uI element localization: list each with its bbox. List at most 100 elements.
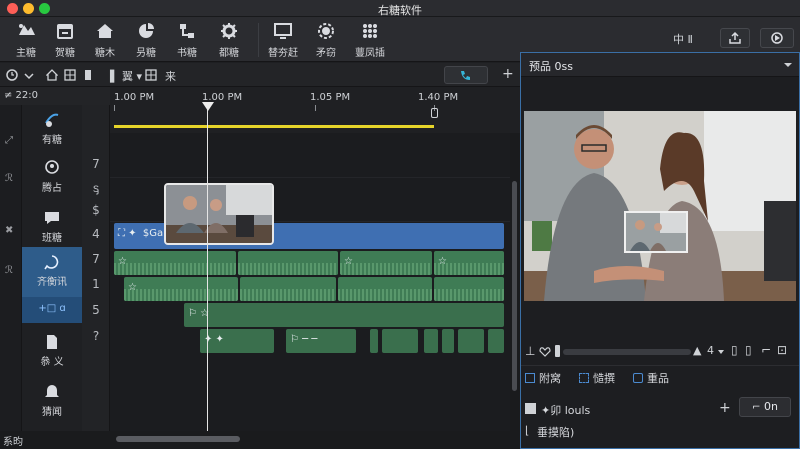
phone-toggle[interactable]	[444, 66, 488, 84]
tick-label: 1.00 PM	[114, 92, 155, 103]
add-media-icon	[19, 24, 35, 35]
toolbar-right-glyphs: 中 Ⅱ	[673, 33, 693, 46]
tab-2[interactable]: 重品	[633, 370, 669, 386]
tab-label: 附窝	[539, 372, 561, 385]
timeline-tracks[interactable]: ⛶ ✦ $Gan ☆ ☆ ☆ ☆ ⚐ ☆ ✦ ✦ ⚐ ─ ─	[110, 133, 510, 431]
preview-video[interactable]	[524, 111, 796, 301]
audio-icon	[44, 255, 59, 270]
snapshot-icon[interactable]: ⊡	[777, 343, 787, 357]
pip-thumbnail[interactable]	[624, 211, 688, 253]
toggle-on-button[interactable]: ⌐ 0n	[739, 397, 791, 417]
playback-progress[interactable]	[563, 349, 691, 355]
chevron-down-icon[interactable]	[783, 60, 793, 70]
marker-icon[interactable]: ⊥	[525, 344, 535, 358]
grid-small-icon[interactable]	[64, 69, 76, 81]
audio-clip[interactable]: ☆	[340, 251, 432, 275]
music-clip[interactable]: ⚐ ☆	[184, 303, 504, 327]
track-label: 有糖	[42, 135, 62, 146]
bar-icon[interactable]	[84, 69, 92, 81]
track-item-bell[interactable]: 猜闻	[22, 377, 82, 427]
audio-clip[interactable]: ☆	[114, 251, 236, 275]
tab-0[interactable]: 附窝	[525, 370, 561, 386]
work-area-end-marker[interactable]	[431, 108, 438, 118]
track-item-text[interactable]: 有糖	[22, 105, 82, 155]
audio-clip[interactable]	[338, 277, 432, 301]
audio-clip[interactable]	[434, 277, 504, 301]
track-item-face[interactable]: 腾占	[22, 153, 82, 203]
tool-glyph-a[interactable]: ▌ 翼 ▾	[110, 68, 142, 84]
scroll-thumb[interactable]	[512, 181, 517, 391]
effect-clip[interactable]	[382, 329, 418, 353]
home-small-icon[interactable]	[46, 69, 58, 81]
scroll-thumb[interactable]	[116, 436, 240, 442]
toolbar-button-8[interactable]: 蘴凤插	[350, 21, 390, 59]
chevron-down-icon[interactable]	[24, 71, 34, 81]
pie-icon	[139, 23, 154, 38]
toolbar-button-7[interactable]: 矛窃	[306, 21, 346, 59]
effect-clip[interactable]	[458, 329, 484, 353]
tick-label: 1.40 PM	[418, 92, 459, 103]
track-label: 班糖	[42, 233, 62, 244]
playhead-handle[interactable]	[202, 102, 214, 111]
effect-clip[interactable]	[488, 329, 504, 353]
property-label: ✦卯 louls	[541, 404, 591, 417]
clip-label: ⚐ ☆	[188, 308, 210, 319]
tab-label: 慥撰	[593, 372, 615, 385]
toolbar-button-0[interactable]: 主糖	[6, 21, 46, 59]
effect-clip[interactable]	[424, 329, 438, 353]
timeline-ruler[interactable]: 1.00 PM 1.00 PM 1.05 PM 1.40 PM	[110, 87, 520, 133]
toolbar-button-2[interactable]: 糖木	[85, 21, 125, 59]
playhead[interactable]	[207, 104, 208, 440]
toolbar-button-3[interactable]: 叧糖	[126, 21, 166, 59]
effect-clip[interactable]: ⚐ ─ ─	[286, 329, 356, 353]
checkbox[interactable]	[525, 403, 536, 414]
horizontal-scrollbar[interactable]	[110, 431, 520, 449]
toolbar-label: 都糖	[219, 48, 239, 59]
track-item-clip[interactable]: +□ ɑ	[22, 297, 82, 323]
property-row[interactable]: ⌊ 垂摸陷)	[521, 421, 799, 443]
toolbar-button-5[interactable]: 都糖	[209, 21, 249, 59]
paste-icon[interactable]: ▯	[745, 343, 752, 357]
speed-up-icon[interactable]: ▲	[693, 344, 701, 357]
tool-glyph-b[interactable]: 来	[165, 68, 176, 84]
vertical-scrollbar[interactable]	[510, 133, 520, 431]
export-button[interactable]	[720, 28, 750, 48]
copy-icon[interactable]: ▯	[731, 343, 738, 357]
track-list: 有糖 腾占 班糖 齐衡讯 +□ ɑ 叅 义 猜闻	[22, 105, 82, 435]
preview-frame	[524, 111, 796, 301]
work-area-bar[interactable]	[114, 125, 434, 128]
effect-clip[interactable]	[442, 329, 454, 353]
side-glyph: ⤢	[5, 135, 13, 146]
face-icon	[45, 160, 59, 174]
volume-handle[interactable]	[555, 345, 560, 357]
video-thumbnail-clip[interactable]	[164, 183, 274, 245]
grid-view-icon[interactable]	[145, 69, 157, 81]
tab-1[interactable]: 慥撰	[579, 370, 615, 386]
toolbar-label: 主糖	[16, 48, 36, 59]
upload-icon	[729, 31, 741, 44]
track-item-speech[interactable]: 班糖	[22, 203, 82, 253]
add-track-icon[interactable]: +	[502, 66, 514, 82]
status-bar: 系昀	[0, 431, 110, 449]
share-button[interactable]	[760, 28, 794, 48]
clip-label: ☆	[128, 282, 137, 293]
effect-clip[interactable]	[370, 329, 378, 353]
chevron-down-icon[interactable]	[717, 348, 725, 356]
track-item-document[interactable]: 叅 义	[22, 327, 82, 377]
toolbar-label: 书糖	[177, 48, 197, 59]
track-item-audio[interactable]: 齐衡讯	[22, 247, 82, 297]
clock-icon[interactable]	[5, 68, 19, 82]
crop-icon[interactable]: ⌐	[761, 343, 771, 357]
add-property-icon[interactable]: +	[719, 400, 731, 416]
audio-clip[interactable]	[238, 251, 338, 275]
tick-label: 1.05 PM	[310, 92, 351, 103]
audio-clip[interactable]	[240, 277, 336, 301]
effect-clip[interactable]: ✦ ✦	[200, 329, 274, 353]
toolbar-button-6[interactable]: 替夯赶	[263, 21, 303, 59]
toolbar-button-1[interactable]: 贺糖	[45, 21, 85, 59]
heart-icon[interactable]	[539, 346, 551, 358]
toolbar-button-4[interactable]: 书糖	[167, 21, 207, 59]
audio-clip[interactable]: ☆	[124, 277, 238, 301]
audio-clip[interactable]: ☆	[434, 251, 504, 275]
speed-value: 4	[707, 344, 714, 357]
